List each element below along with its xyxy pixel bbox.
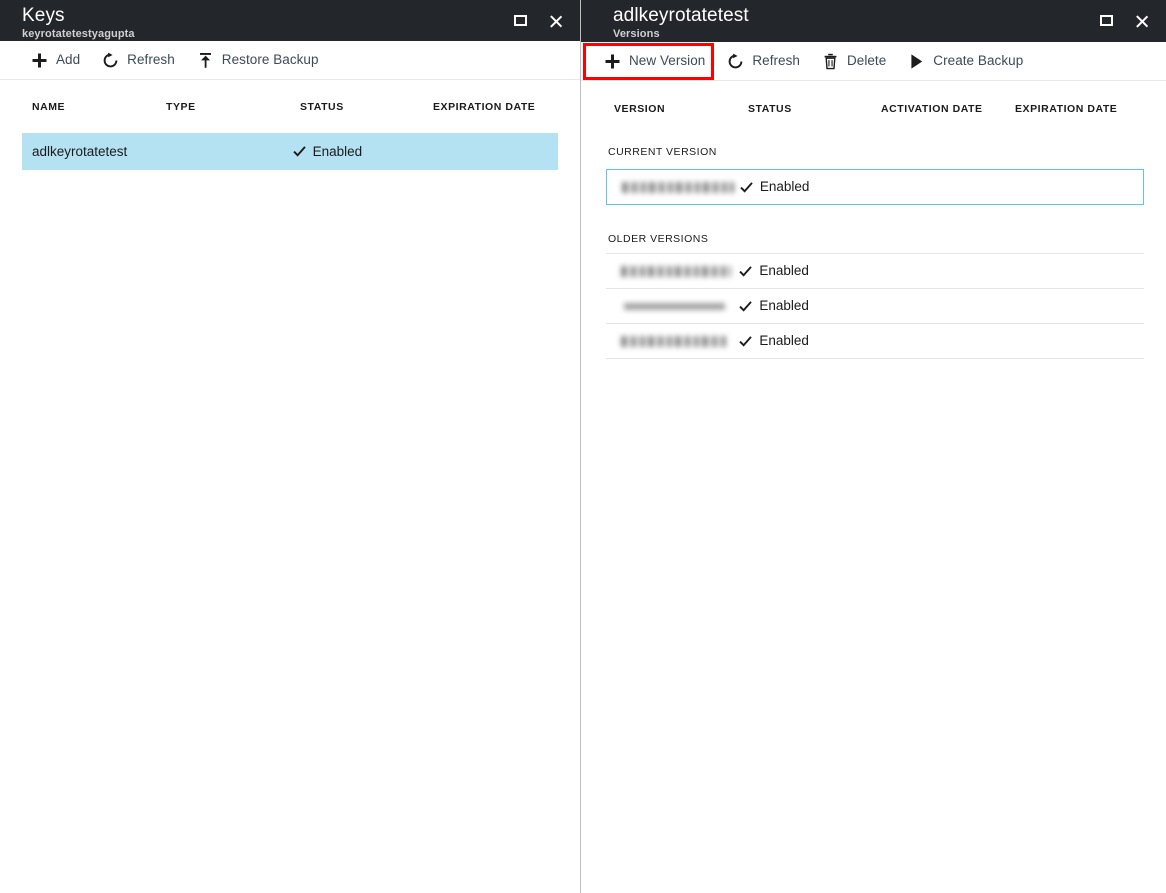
trash-icon — [822, 53, 839, 70]
restore-backup-button[interactable]: Restore Backup — [186, 41, 330, 79]
close-icon — [549, 14, 563, 28]
current-version-status-cell: Enabled — [740, 179, 872, 195]
versions-blade: adlkeyrotatetest Versions New — [581, 0, 1166, 893]
older-version-status-cell: Enabled — [739, 263, 871, 279]
keys-blade-header: Keys keyrotatetestyagupta — [0, 0, 580, 41]
add-button[interactable]: Add — [20, 41, 91, 79]
page-subtitle: keyrotatetestyagupta — [22, 27, 580, 41]
list-item[interactable]: Enabled — [606, 254, 1144, 289]
page-title: adlkeyrotatetest — [613, 4, 1166, 27]
refresh-icon — [727, 53, 744, 70]
create-backup-button-label: Create Backup — [933, 54, 1023, 68]
play-icon — [908, 53, 925, 70]
section-label-current-version: CURRENT VERSION — [581, 146, 1166, 158]
column-header-version: VERSION — [614, 103, 748, 115]
redacted-version-id — [621, 266, 731, 277]
maximize-icon — [514, 15, 527, 26]
close-button[interactable] — [1128, 7, 1156, 35]
column-header-type: TYPE — [166, 101, 300, 113]
column-header-status: STATUS — [748, 103, 881, 115]
window-controls — [1092, 0, 1156, 41]
add-button-label: Add — [56, 53, 80, 67]
close-button[interactable] — [542, 7, 570, 35]
keys-grid-header: NAME TYPE STATUS EXPIRATION DATE — [0, 91, 580, 123]
older-version-status-cell: Enabled — [739, 298, 871, 314]
current-version-id-cell — [622, 182, 740, 193]
delete-button[interactable]: Delete — [811, 42, 897, 80]
plus-icon — [31, 52, 48, 69]
versions-grid-header: VERSION STATUS ACTIVATION DATE EXPIRATIO… — [581, 93, 1166, 125]
column-header-name: NAME — [32, 101, 166, 113]
azure-portal-blades: Keys keyrotatetestyagupta Add — [0, 0, 1166, 893]
plus-icon — [604, 53, 621, 70]
current-version-status-label: Enabled — [760, 179, 810, 195]
redacted-version-id — [621, 336, 729, 347]
window-controls — [506, 0, 570, 41]
page-subtitle: Versions — [613, 27, 1166, 41]
maximize-icon — [1100, 15, 1113, 26]
check-icon — [739, 300, 752, 313]
table-row[interactable]: adlkeyrotatetest Enabled — [22, 133, 558, 170]
column-header-activation-date: ACTIVATION DATE — [881, 103, 1015, 115]
refresh-button-label: Refresh — [127, 53, 175, 67]
redacted-version-id — [621, 303, 731, 310]
keys-blade: Keys keyrotatetestyagupta Add — [0, 0, 581, 893]
versions-blade-header: adlkeyrotatetest Versions — [581, 0, 1166, 42]
versions-grid: VERSION STATUS ACTIVATION DATE EXPIRATIO… — [581, 93, 1166, 359]
older-version-status-label: Enabled — [759, 263, 809, 279]
page-title: Keys — [22, 4, 580, 27]
check-icon — [740, 181, 753, 194]
refresh-button-label: Refresh — [752, 54, 800, 68]
older-version-id-cell — [621, 303, 739, 310]
key-status-cell: Enabled — [293, 144, 422, 160]
list-item[interactable]: Enabled — [606, 324, 1144, 359]
keys-grid: NAME TYPE STATUS EXPIRATION DATE adlkeyr… — [0, 91, 580, 170]
current-version-row[interactable]: Enabled — [606, 169, 1144, 205]
delete-button-label: Delete — [847, 54, 886, 68]
create-backup-button[interactable]: Create Backup — [897, 42, 1034, 80]
older-version-status-label: Enabled — [759, 298, 809, 314]
older-version-status-label: Enabled — [759, 333, 809, 349]
refresh-button[interactable]: Refresh — [91, 41, 186, 79]
keys-command-bar: Add Refresh — [0, 41, 580, 80]
refresh-button[interactable]: Refresh — [716, 42, 811, 80]
upload-icon — [197, 52, 214, 69]
section-label-older-versions: OLDER VERSIONS — [581, 233, 1166, 245]
check-icon — [293, 145, 306, 158]
list-item[interactable]: Enabled — [606, 289, 1144, 324]
older-version-status-cell: Enabled — [739, 333, 871, 349]
maximize-button[interactable] — [506, 7, 534, 35]
check-icon — [739, 265, 752, 278]
versions-command-bar: New Version Refresh — [581, 42, 1166, 81]
refresh-icon — [102, 52, 119, 69]
column-header-expiration-date: EXPIRATION DATE — [433, 101, 573, 113]
close-icon — [1135, 14, 1149, 28]
older-version-id-cell — [621, 266, 739, 277]
restore-backup-button-label: Restore Backup — [222, 53, 319, 67]
new-version-button-label: New Version — [629, 54, 705, 68]
older-version-id-cell — [621, 336, 739, 347]
check-icon — [739, 335, 752, 348]
column-header-expiration-date: EXPIRATION DATE — [1015, 103, 1155, 115]
older-versions-list: Enabled Enabled — [606, 253, 1144, 359]
new-version-button[interactable]: New Version — [593, 42, 716, 80]
key-status-label: Enabled — [313, 144, 363, 160]
maximize-button[interactable] — [1092, 7, 1120, 35]
redacted-version-id — [622, 182, 734, 193]
key-name-cell: adlkeyrotatetest — [32, 144, 162, 160]
column-header-status: STATUS — [300, 101, 433, 113]
